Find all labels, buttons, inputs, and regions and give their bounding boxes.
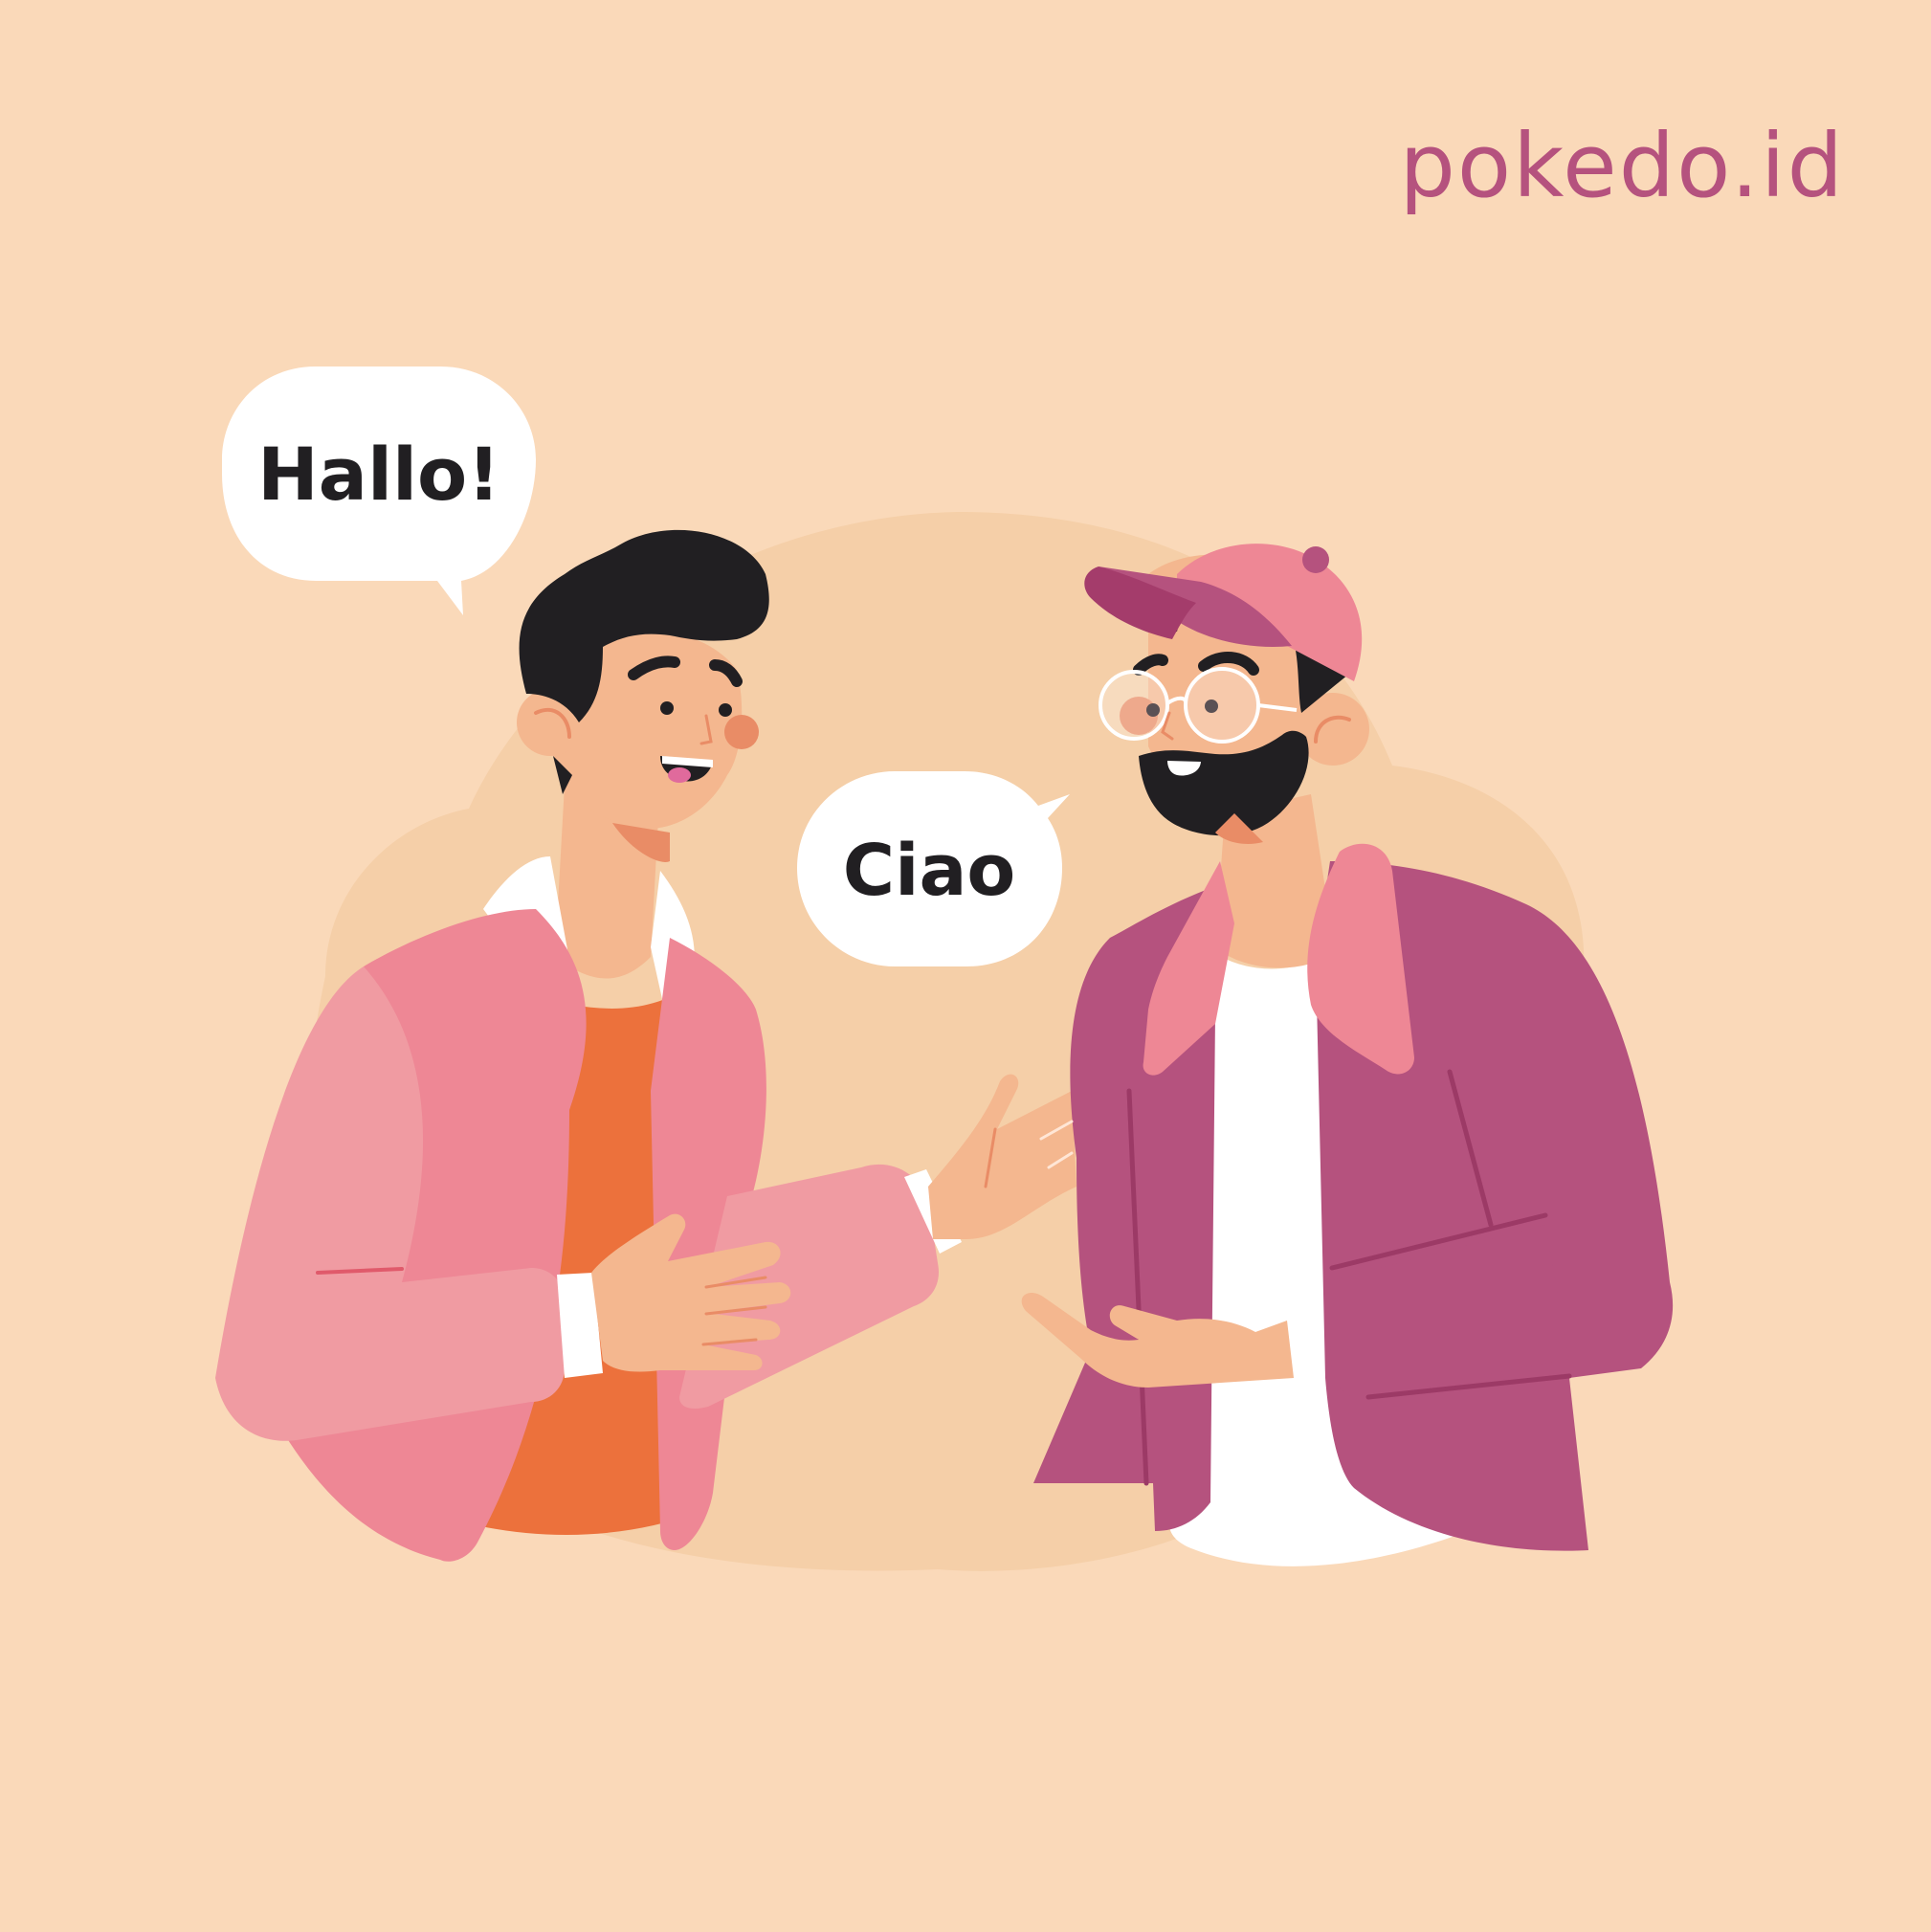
conversation-illustration: Hallo! Ciao — [215, 366, 1674, 1571]
speech-bubble-right-text: Ciao — [843, 830, 1015, 912]
right-man — [1021, 544, 1674, 1566]
speech-bubble-right: Ciao — [797, 771, 1070, 966]
speech-bubble-left-text: Hallo! — [257, 432, 500, 517]
illustration-canvas: pokedo.id Hallo! Ciao — [0, 0, 1931, 1932]
speech-bubble-left: Hallo! — [222, 366, 536, 615]
